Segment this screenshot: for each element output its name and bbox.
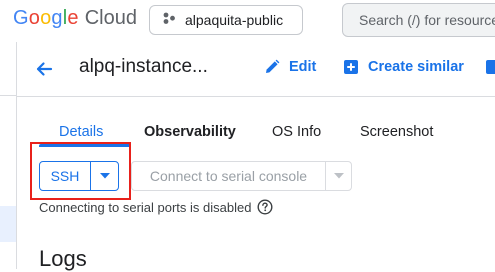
tab-os-info[interactable]: OS Info	[272, 124, 321, 140]
rail-divider	[0, 95, 16, 96]
edit-button[interactable]: Edit	[263, 58, 316, 76]
serial-console-button[interactable]: Connect to serial console	[132, 162, 326, 190]
highlight-box	[30, 142, 131, 200]
add-box-icon	[342, 58, 360, 76]
create-similar-button[interactable]: Create similar	[342, 58, 464, 76]
caret-down-icon	[333, 173, 344, 179]
help-icon[interactable]	[257, 199, 273, 215]
create-similar-label: Create similar	[368, 59, 464, 75]
back-button[interactable]	[31, 56, 57, 82]
edit-label: Edit	[289, 59, 317, 75]
google-cloud-logo[interactable]: Google Cloud	[13, 7, 137, 33]
overflow-action-icon	[484, 58, 495, 76]
project-icon	[162, 11, 176, 30]
page-title: alpq-instance...	[79, 56, 208, 77]
search-placeholder: Search (/) for resources	[359, 12, 495, 28]
serial-console-split-button: Connect to serial console	[131, 161, 352, 191]
serial-note-text: Connecting to serial ports is disabled	[39, 199, 252, 215]
pencil-icon	[263, 58, 281, 76]
tab-observability[interactable]: Observability	[144, 124, 236, 140]
more-actions-button[interactable]	[484, 58, 495, 76]
project-selector[interactable]: alpaquita-public	[149, 5, 303, 35]
tab-screenshot[interactable]: Screenshot	[360, 124, 433, 140]
logs-heading: Logs	[39, 246, 87, 271]
header-divider	[16, 96, 495, 97]
serial-dropdown-button[interactable]	[326, 162, 351, 190]
search-input[interactable]: Search (/) for resources	[342, 3, 495, 37]
tab-details[interactable]: Details	[59, 124, 103, 140]
logo-google-text: Google	[13, 7, 79, 29]
rail-selected-item[interactable]	[0, 206, 16, 242]
project-name: alpaquita-public	[185, 12, 284, 28]
serial-disabled-note: Connecting to serial ports is disabled	[39, 199, 273, 215]
logo-cloud-text: Cloud	[84, 7, 137, 29]
arrow-back-icon	[36, 62, 53, 76]
